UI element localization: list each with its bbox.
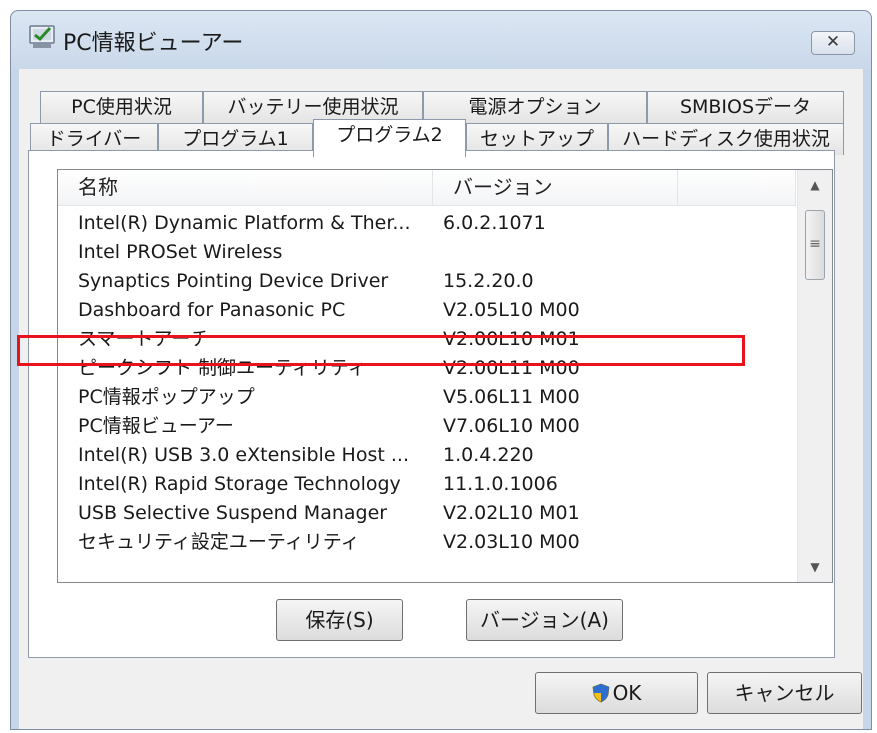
row-version: 15.2.20.0 (443, 270, 534, 292)
row-name: USB Selective Suspend Manager (78, 502, 388, 524)
column-header-version[interactable]: バージョン (433, 170, 678, 205)
grip-icon: ≡ (809, 236, 821, 252)
row-name: Intel PROSet Wireless (78, 241, 283, 263)
list-item[interactable]: Intel(R) USB 3.0 eXtensible Host ... 1.0.… (58, 441, 796, 470)
list-item[interactable]: Synaptics Pointing Device Driver 15.2.20.… (58, 267, 796, 296)
row-name: Intel(R) USB 3.0 eXtensible Host ... (78, 444, 409, 466)
version-label: バージョン(A) (480, 608, 609, 632)
tab-smbios-data[interactable]: SMBIOSデータ (647, 91, 844, 123)
scroll-up-icon[interactable]: ▲ (798, 170, 832, 200)
tab-label: セットアップ (479, 128, 594, 150)
close-icon: ✕ (825, 32, 841, 52)
row-version: V2.05L10 M00 (443, 299, 580, 321)
list-header: 名称 バージョン (58, 170, 796, 206)
version-button[interactable]: バージョン(A) (466, 599, 623, 641)
save-button[interactable]: 保存(S) (276, 599, 403, 641)
row-name: PC情報ビューアー (78, 415, 234, 437)
ok-button[interactable]: OK (535, 672, 698, 714)
scroll-thumb[interactable]: ≡ (805, 210, 825, 280)
row-name: Intel(R) Rapid Storage Technology (78, 473, 401, 495)
list-item[interactable]: PC情報ポップアップ V5.06L11 M00 (58, 383, 796, 412)
vertical-scrollbar[interactable]: ▲ ≡ ▼ (797, 170, 832, 582)
row-name: Intel(R) Dynamic Platform & Ther... (78, 212, 411, 234)
list-item[interactable]: セキュリティ設定ユーティリティ V2.03L10 M00 (58, 528, 796, 557)
tab-label: 電源オプション (468, 96, 602, 118)
scroll-down-icon[interactable]: ▼ (798, 552, 832, 582)
row-name: セキュリティ設定ユーティリティ (78, 531, 360, 553)
column-header-name[interactable]: 名称 (58, 170, 433, 205)
tab-pc-usage[interactable]: PC使用状況 (40, 91, 203, 123)
column-header-empty[interactable] (678, 170, 796, 205)
close-button[interactable]: ✕ (811, 31, 855, 55)
ok-label: OK (612, 681, 642, 705)
row-name: Synaptics Pointing Device Driver (78, 270, 389, 292)
row-name: PC情報ポップアップ (78, 386, 255, 408)
window-title: PC情報ビューアー (63, 31, 244, 56)
tab-label: プログラム2 (336, 124, 443, 146)
list-item[interactable]: Intel(R) Dynamic Platform & Ther... 6.0.2… (58, 209, 796, 238)
cancel-button[interactable]: キャンセル (707, 672, 862, 714)
cancel-label: キャンセル (734, 681, 835, 705)
annotation-highlight-box (17, 335, 745, 366)
tab-label: プログラム1 (182, 128, 289, 150)
list-item[interactable]: Intel(R) Rapid Storage Technology 11.1.0.… (58, 470, 796, 499)
list-item[interactable]: Intel PROSet Wireless (58, 238, 796, 267)
title-bar[interactable]: PC情報ビューアー ✕ (11, 11, 871, 69)
row-name: Dashboard for Panasonic PC (78, 299, 346, 321)
tab-label: ドライバー (46, 128, 142, 150)
tab-label: SMBIOSデータ (679, 96, 812, 118)
tab-label: PC使用状況 (71, 96, 172, 118)
tab-label: ハードディスク使用状況 (622, 128, 830, 150)
list-item[interactable]: USB Selective Suspend Manager V2.02L10 M0… (58, 499, 796, 528)
tab-label: バッテリー使用状況 (227, 96, 399, 118)
program-list[interactable]: 名称 バージョン Intel(R) Dynamic Platform & The… (57, 169, 833, 583)
uac-shield-icon (592, 683, 609, 703)
row-version: V5.06L11 M00 (443, 386, 580, 408)
column-label: 名称 (78, 175, 118, 199)
column-label: バージョン (453, 175, 553, 199)
list-item[interactable]: PC情報ビューアー V7.06L10 M00 (58, 412, 796, 441)
row-version: V2.02L10 M01 (443, 502, 580, 524)
row-version: 6.0.2.1071 (443, 212, 546, 234)
row-version: 11.1.0.1006 (443, 473, 558, 495)
tab-program2[interactable]: プログラム2 (313, 119, 466, 157)
pc-viewer-icon (29, 25, 55, 48)
row-version: V7.06L10 M00 (443, 415, 580, 437)
row-version: V2.03L10 M00 (443, 531, 580, 553)
row-version: 1.0.4.220 (443, 444, 534, 466)
save-label: 保存(S) (305, 608, 374, 632)
list-item[interactable]: Dashboard for Panasonic PC V2.05L10 M00 (58, 296, 796, 325)
